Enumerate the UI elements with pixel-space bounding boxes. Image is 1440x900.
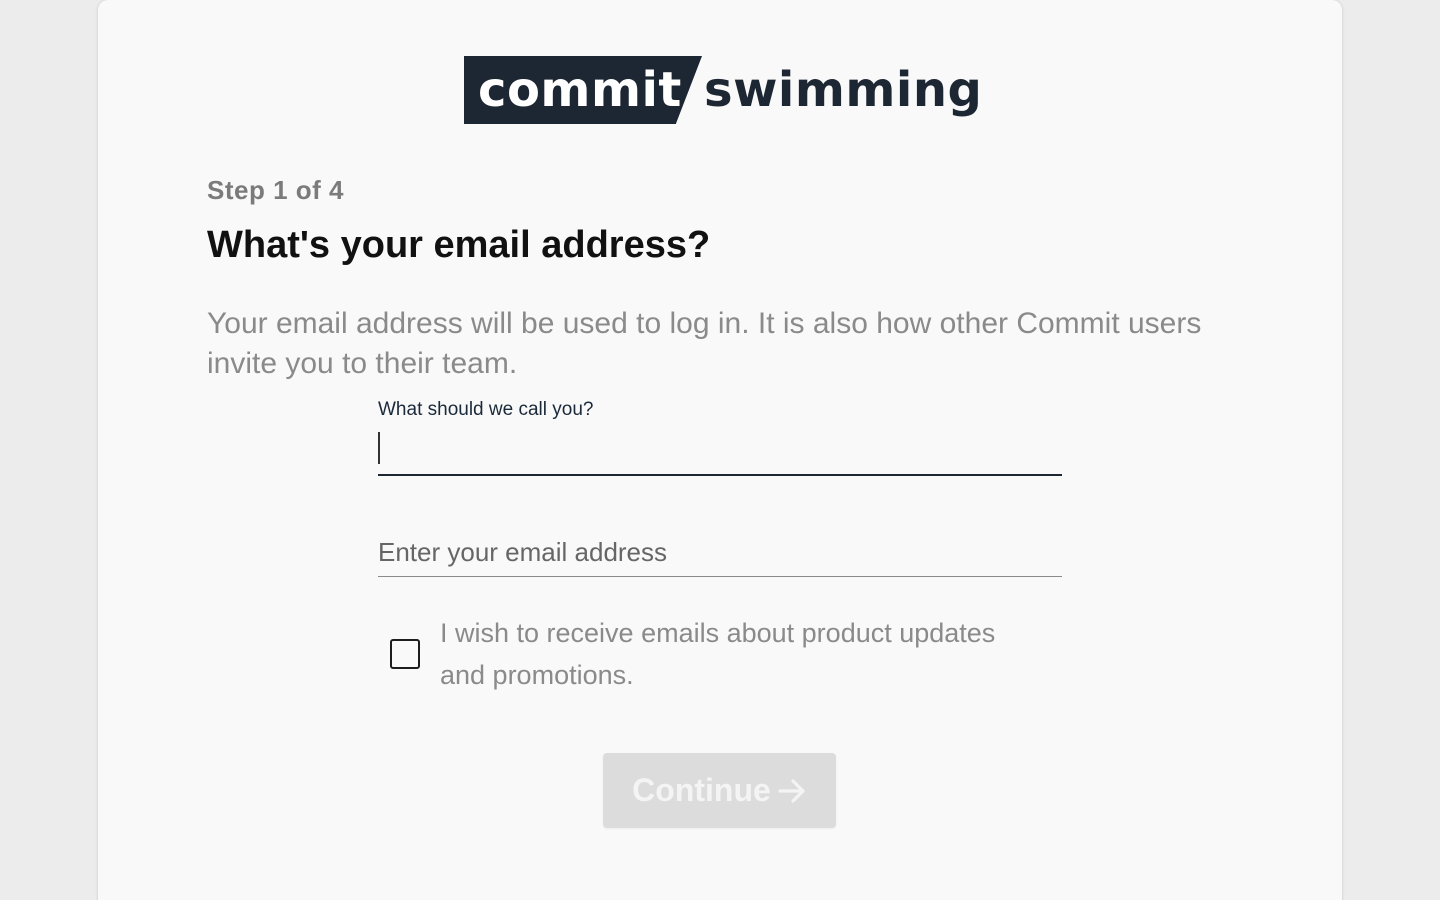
opt-in-label[interactable]: I wish to receive emails about product u… <box>440 612 1040 696</box>
opt-in-checkbox[interactable] <box>390 639 420 669</box>
commit-swimming-logo: commit swimming <box>464 56 982 124</box>
name-field-label: What should we call you? <box>378 399 594 420</box>
continue-button-label: Continue <box>632 772 771 808</box>
page-title: What's your email address? <box>207 224 711 266</box>
continue-button[interactable]: Continue <box>603 753 836 828</box>
email-input[interactable] <box>378 528 1062 577</box>
step-indicator: Step 1 of 4 <box>207 175 344 205</box>
logo-box: commit <box>464 56 702 124</box>
logo-word: swimming <box>704 62 983 118</box>
logo-boxed-word: commit <box>478 62 682 118</box>
text-caret <box>378 432 380 464</box>
arrow-right-icon <box>777 776 807 806</box>
signup-card: commit swimming Step 1 of 4 What's your … <box>98 0 1342 900</box>
name-input[interactable] <box>378 428 1062 476</box>
page-description: Your email address will be used to log i… <box>207 307 1202 380</box>
